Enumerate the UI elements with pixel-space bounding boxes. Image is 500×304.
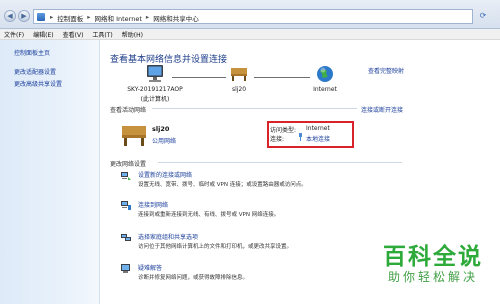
watermark: 百科全说 助你轻松解决 bbox=[372, 244, 494, 284]
left-pane: 控制面板主页 更改适配器设置 更改高级共享设置 bbox=[0, 40, 100, 304]
breadcrumb-root-arrow[interactable]: ▸ bbox=[50, 13, 53, 23]
forward-button[interactable]: ▶ bbox=[18, 10, 30, 22]
menu-help[interactable]: 帮助(H) bbox=[122, 30, 143, 39]
task-troubleshoot-link[interactable]: 疑难解答 bbox=[138, 263, 162, 272]
watermark-sub-text: 助你轻松解决 bbox=[387, 270, 478, 284]
homegroup-icon bbox=[121, 234, 131, 241]
change-advanced-sharing-link[interactable]: 更改高级共享设置 bbox=[14, 79, 62, 88]
task-homegroup-link[interactable]: 选择家庭组和共享选项 bbox=[138, 232, 198, 241]
breadcrumb: ▸ 控制面板 ▸ 网络和 Internet ▸ 网络和共享中心 bbox=[50, 13, 199, 23]
menu-tools[interactable]: 工具(T) bbox=[92, 30, 112, 39]
address-box[interactable]: ▸ 控制面板 ▸ 网络和 Internet ▸ 网络和共享中心 bbox=[33, 9, 473, 24]
change-settings-heading: 更改网络设置 bbox=[110, 161, 147, 168]
section-divider bbox=[158, 162, 402, 163]
task-homegroup-desc: 访问位于其他网络计算机上的文件和打印机，或更改共享设置。 bbox=[138, 244, 293, 250]
breadcrumb-item-control-panel[interactable]: 控制面板 bbox=[57, 13, 83, 23]
computer-icon bbox=[147, 65, 163, 82]
connect-disconnect-link[interactable]: 连接或断开连接 bbox=[361, 105, 403, 114]
new-connection-icon bbox=[121, 172, 131, 180]
troubleshoot-icon bbox=[121, 264, 130, 273]
watermark-main-text: 百科全说 bbox=[383, 244, 483, 270]
map-internet-label: Internet bbox=[313, 86, 337, 93]
control-panel-icon bbox=[37, 13, 45, 21]
active-networks-heading: 查看活动网络 bbox=[110, 107, 147, 114]
back-button[interactable]: ◀ bbox=[4, 10, 16, 22]
control-panel-home-link[interactable]: 控制面板主页 bbox=[14, 48, 50, 57]
computer-name-label: SKY-20191217AOP bbox=[127, 86, 183, 93]
bench-icon bbox=[231, 68, 247, 81]
map-connector-right bbox=[254, 77, 310, 78]
map-network-label: slj20 bbox=[231, 86, 247, 93]
menu-bar: 文件(F) 编辑(E) 查看(V) 工具(T) 帮助(H) bbox=[0, 29, 500, 40]
address-bar-row: ◀ ▶ ▸ 控制面板 ▸ 网络和 Internet ▸ 网络和共享中心 ⟳ bbox=[0, 0, 500, 29]
breadcrumb-item-network-internet[interactable]: 网络和 Internet bbox=[95, 13, 142, 23]
page-title: 查看基本网络信息并设置连接 bbox=[110, 55, 228, 65]
task-connect-network-desc: 连接到或重新连接到无线、有线、拨号或 VPN 网络连接。 bbox=[138, 212, 280, 218]
task-setup-connection-desc: 设置无线、宽带、拨号、临时或 VPN 连接；或设置路由器或访问点。 bbox=[138, 182, 307, 188]
menu-view[interactable]: 查看(V) bbox=[63, 30, 84, 39]
map-connector-left bbox=[172, 77, 226, 78]
menu-edit[interactable]: 编辑(E) bbox=[33, 30, 53, 39]
section-divider bbox=[152, 108, 357, 109]
network-type-link[interactable]: 公用网络 bbox=[152, 136, 176, 145]
breadcrumb-separator[interactable]: ▸ bbox=[87, 13, 90, 23]
connection-highlight-box bbox=[267, 121, 354, 148]
connect-network-icon bbox=[121, 201, 131, 210]
computer-sub-label: (此计算机) bbox=[140, 96, 170, 103]
view-full-map-link[interactable]: 查看完整映射 bbox=[368, 66, 404, 75]
refresh-icon[interactable]: ⟳ bbox=[477, 10, 489, 22]
breadcrumb-item-network-sharing[interactable]: 网络和共享中心 bbox=[153, 13, 199, 23]
menu-file[interactable]: 文件(F) bbox=[4, 30, 24, 39]
breadcrumb-separator[interactable]: ▸ bbox=[146, 13, 149, 23]
task-setup-connection-link[interactable]: 设置新的连接或网络 bbox=[138, 170, 192, 179]
change-adapter-settings-link[interactable]: 更改适配器设置 bbox=[14, 67, 56, 76]
task-connect-network-link[interactable]: 连接到网络 bbox=[138, 200, 168, 209]
active-network-name: slj20 bbox=[152, 125, 170, 133]
globe-icon bbox=[317, 66, 333, 82]
task-troubleshoot-desc: 诊断并修复网络问题，或获得故障排除信息。 bbox=[138, 275, 249, 281]
network-bench-icon[interactable] bbox=[120, 123, 148, 147]
